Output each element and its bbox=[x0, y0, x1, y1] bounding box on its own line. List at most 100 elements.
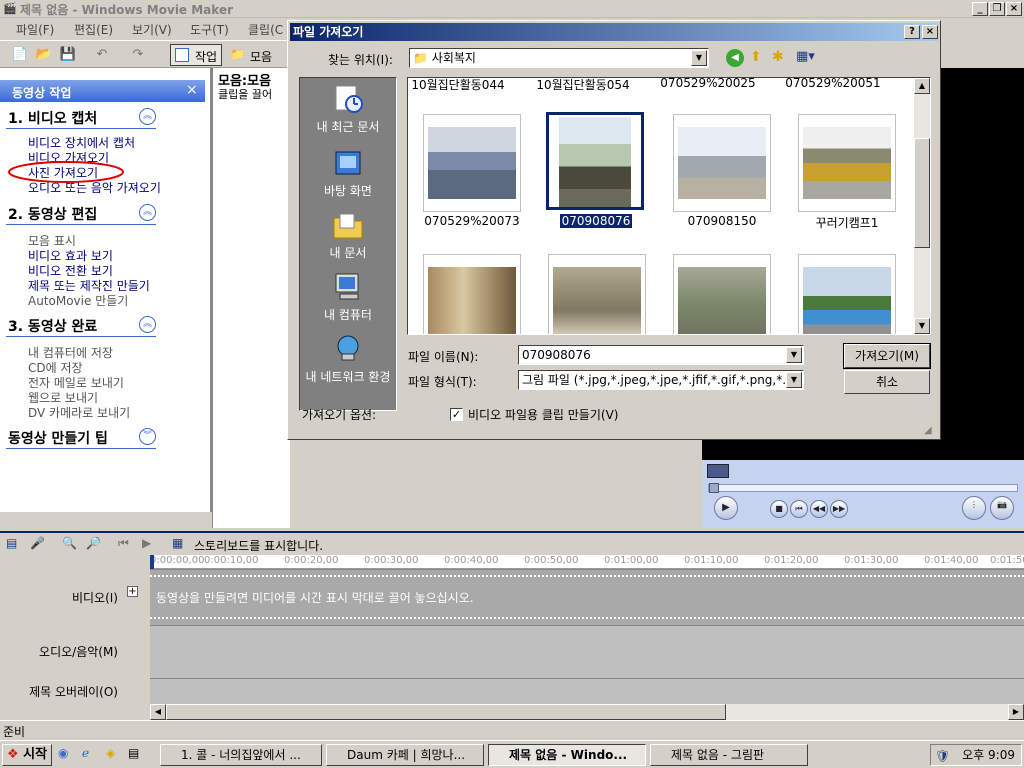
file-thumbnail[interactable] bbox=[798, 114, 896, 212]
file-name-selected[interactable]: 070908076 bbox=[536, 214, 656, 228]
file-thumbnail[interactable] bbox=[798, 254, 896, 334]
zoom-in-icon[interactable]: 🔍 bbox=[62, 536, 77, 550]
file-thumbnail-selected[interactable] bbox=[546, 112, 644, 210]
new-folder-icon[interactable]: ✱ bbox=[772, 49, 784, 65]
file-name[interactable]: 꾸러기캠프1 bbox=[787, 214, 907, 231]
narrate-icon[interactable]: 🎤 bbox=[30, 536, 45, 550]
collections-toggle-button[interactable]: 📁 모음 bbox=[228, 44, 280, 66]
place-desktop[interactable]: 바탕 화면 bbox=[300, 148, 396, 199]
split-clip-button[interactable]: ⋮ bbox=[962, 496, 986, 520]
taskbar-item-paint[interactable]: 제목 없음 - 그림판 bbox=[650, 744, 808, 766]
look-in-select[interactable]: 📁 사회복지 ▼ bbox=[409, 48, 709, 68]
quick-launch-browser-icon[interactable]: ℯ bbox=[82, 746, 89, 760]
section-edit-title[interactable]: 2. 동영상 편집 bbox=[8, 204, 97, 224]
show-desktop-icon[interactable]: ▤ bbox=[128, 746, 139, 760]
file-caption[interactable]: 10월집단활동054 bbox=[523, 78, 643, 93]
taskbar-item-daum[interactable]: Daum 카페 | 희망나... bbox=[326, 744, 484, 766]
section-finish-title[interactable]: 3. 동영상 완료 bbox=[8, 316, 97, 336]
file-caption[interactable]: 10월집단활동044 bbox=[408, 78, 518, 93]
scroll-right-button[interactable]: ▶ bbox=[1008, 704, 1024, 720]
up-folder-icon[interactable]: ⬆ bbox=[750, 49, 762, 65]
chevron-down-icon[interactable]: ▼ bbox=[786, 372, 802, 388]
scroll-thumb[interactable] bbox=[914, 138, 930, 248]
filetype-select[interactable]: 그림 파일 (*.jpg,*.jpeg,*.jpe,*.jfif,*.gif,*… bbox=[518, 370, 804, 390]
file-thumbnail[interactable] bbox=[423, 254, 521, 334]
stop-button[interactable]: ■ bbox=[770, 500, 788, 518]
create-clips-checkbox[interactable]: ✓ bbox=[450, 408, 463, 421]
help-button[interactable]: ? bbox=[904, 25, 920, 39]
file-thumbnail[interactable] bbox=[548, 254, 646, 334]
scroll-left-button[interactable]: ◀ bbox=[150, 704, 166, 720]
menu-file[interactable]: 파일(F) bbox=[16, 21, 54, 38]
start-button[interactable]: ❖ 시작 bbox=[2, 744, 52, 766]
close-button[interactable]: × bbox=[1006, 2, 1022, 16]
section-capture-title[interactable]: 1. 비디오 캡처 bbox=[8, 108, 97, 128]
resize-grip-icon[interactable]: ◢ bbox=[924, 425, 932, 436]
previous-frame-button[interactable]: ⏮ bbox=[790, 500, 808, 518]
undo-icon[interactable]: ↶ bbox=[92, 45, 112, 65]
chevron-down-icon[interactable]: ▼ bbox=[691, 50, 707, 66]
cancel-button[interactable]: 취소 bbox=[844, 370, 930, 394]
back-icon[interactable]: ◀ bbox=[726, 49, 744, 67]
import-button[interactable]: 가져오기(M) bbox=[843, 343, 931, 369]
dialog-close-button[interactable]: × bbox=[922, 25, 938, 39]
quick-launch-folder-icon[interactable]: ◈ bbox=[106, 746, 115, 760]
file-thumbnail[interactable] bbox=[673, 114, 771, 212]
rewind-button[interactable]: ◀◀ bbox=[810, 500, 828, 518]
collapse-edit-icon[interactable]: ︽ bbox=[139, 204, 156, 221]
minimize-button[interactable]: _ bbox=[972, 2, 988, 16]
timeline-scrollbar[interactable]: ◀ ▶ bbox=[150, 704, 1024, 720]
quick-launch-ie-icon[interactable]: ◉ bbox=[58, 746, 68, 760]
tasks-toggle-button[interactable]: 작업 bbox=[170, 44, 222, 66]
scroll-down-button[interactable]: ▼ bbox=[914, 318, 930, 334]
save-icon[interactable]: 💾 bbox=[58, 45, 78, 65]
timeline-ruler[interactable]: 0:00:00,00 0:00:10,00 0:00:20,00 0:00:30… bbox=[150, 555, 1024, 569]
menu-clip[interactable]: 클립(C bbox=[248, 21, 283, 38]
timeline-view-icon[interactable]: ▤ bbox=[6, 536, 17, 550]
collapse-finish-icon[interactable]: ︽ bbox=[139, 316, 156, 333]
chevron-down-icon[interactable]: ▼ bbox=[786, 347, 802, 363]
video-track[interactable]: 동영상을 만들려면 미디어를 시간 표시 막대로 끌어 놓으십시오. bbox=[150, 569, 1024, 625]
file-caption[interactable]: 070529%20025 bbox=[648, 78, 768, 90]
play-timeline-icon[interactable]: ▶ bbox=[142, 536, 151, 550]
file-thumbnail[interactable] bbox=[673, 254, 771, 334]
storyboard-toggle[interactable]: 스토리보드를 표시합니다. bbox=[194, 537, 323, 554]
place-my-documents[interactable]: 내 문서 bbox=[300, 210, 396, 261]
scroll-up-button[interactable]: ▲ bbox=[914, 78, 930, 94]
view-menu-icon[interactable]: ▦▾ bbox=[796, 49, 815, 64]
zoom-out-icon[interactable]: 🔎 bbox=[86, 536, 101, 550]
rewind-timeline-icon[interactable]: ⏮ bbox=[118, 536, 129, 551]
taskbar-item-movie-maker[interactable]: 제목 없음 - Windo... bbox=[488, 744, 646, 766]
collapse-capture-icon[interactable]: ︽ bbox=[139, 108, 156, 125]
playhead[interactable] bbox=[150, 555, 154, 569]
file-list[interactable]: 10월집단활동044 10월집단활동054 070529%20025 07052… bbox=[407, 77, 931, 335]
file-name[interactable]: 070529%20073 bbox=[412, 214, 532, 228]
file-list-scrollbar[interactable]: ▲ ▼ bbox=[914, 78, 930, 334]
clock[interactable]: 오후 9:09 bbox=[962, 748, 1015, 762]
play-button[interactable]: ▶ bbox=[714, 496, 738, 520]
storyboard-icon[interactable]: ▦ bbox=[172, 536, 183, 550]
file-caption[interactable]: 070529%20051 bbox=[773, 78, 893, 90]
place-my-computer[interactable]: 내 컴퓨터 bbox=[300, 272, 396, 323]
forward-button[interactable]: ▶▶ bbox=[830, 500, 848, 518]
menu-tools[interactable]: 도구(T) bbox=[190, 21, 229, 38]
title-overlay-track[interactable] bbox=[150, 678, 1024, 705]
open-project-icon[interactable]: 📂 bbox=[34, 45, 54, 65]
menu-view[interactable]: 보기(V) bbox=[132, 21, 172, 38]
scroll-thumb[interactable] bbox=[166, 704, 726, 720]
new-project-icon[interactable]: 📄 bbox=[10, 45, 30, 65]
seek-handle[interactable] bbox=[709, 483, 719, 493]
link-automovie[interactable]: AutoMovie 만들기 bbox=[28, 292, 128, 309]
taskbar-item-music[interactable]: 1. 콜 - 너의집앞에서 ... bbox=[160, 744, 322, 766]
redo-icon[interactable]: ↷ bbox=[128, 45, 148, 65]
link-import-audio[interactable]: 오디오 또는 음악 가져오기 bbox=[28, 179, 161, 196]
task-pane-close-icon[interactable]: × bbox=[186, 82, 198, 98]
take-picture-button[interactable]: 📷 bbox=[990, 496, 1014, 520]
audio-track[interactable] bbox=[150, 625, 1024, 678]
menu-edit[interactable]: 편집(E) bbox=[74, 21, 113, 38]
expand-tips-icon[interactable]: ︾ bbox=[139, 428, 156, 445]
create-clips-label[interactable]: 비디오 파일용 클립 만들기(V) bbox=[468, 406, 618, 423]
section-tips-title[interactable]: 동영상 만들기 팁 bbox=[8, 428, 108, 448]
file-thumbnail[interactable] bbox=[423, 114, 521, 212]
seek-bar[interactable] bbox=[708, 483, 1018, 493]
